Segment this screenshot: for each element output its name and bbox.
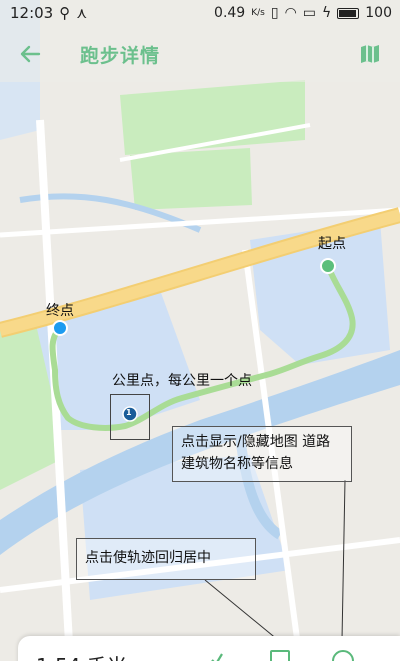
center-track-button[interactable] [270, 650, 290, 661]
usb-icon: ⚲ [59, 4, 71, 22]
share-icon: ⋏ [76, 4, 88, 22]
bottom-panel: 1.54 千米 [18, 636, 400, 661]
app-bar: 跑步详情 [0, 26, 400, 82]
map-icon[interactable] [358, 42, 382, 66]
vibrate-icon: ▯ [270, 5, 279, 21]
charging-icon: ϟ [322, 5, 332, 21]
arrow-left-icon [20, 45, 41, 63]
start-label: 起点 [318, 236, 346, 252]
status-bar: 12:03 ⚲ ⋏ 0.49 K/s ▯ ◠ ▭ ϟ 100 [0, 0, 400, 26]
page-title: 跑步详情 [80, 44, 161, 67]
layers-note: 点击显示/隐藏地图 道路建筑物名称等信息 [172, 426, 352, 482]
start-point [320, 258, 336, 274]
distance-value: 1.54 千米 [36, 650, 127, 661]
end-point [52, 320, 68, 336]
toggle-map-labels-button[interactable] [332, 650, 354, 661]
cast-icon: ▭ [302, 5, 317, 21]
end-label: 终点 [46, 303, 74, 319]
network-speed-unit: K/s [251, 8, 265, 18]
center-note: 点击使轨迹回归居中 [76, 538, 256, 580]
km-note-label: 公里点，每公里一个点 [112, 373, 252, 389]
status-time: 12:03 [10, 4, 54, 22]
km-highlight-box [110, 394, 150, 440]
back-button[interactable] [0, 26, 60, 82]
battery-level: 100 [365, 5, 392, 21]
check-icon[interactable] [210, 652, 224, 661]
network-speed: 0.49 [214, 5, 246, 21]
wifi-icon: ◠ [284, 5, 297, 21]
battery-icon [337, 7, 360, 19]
park-area [130, 148, 252, 210]
